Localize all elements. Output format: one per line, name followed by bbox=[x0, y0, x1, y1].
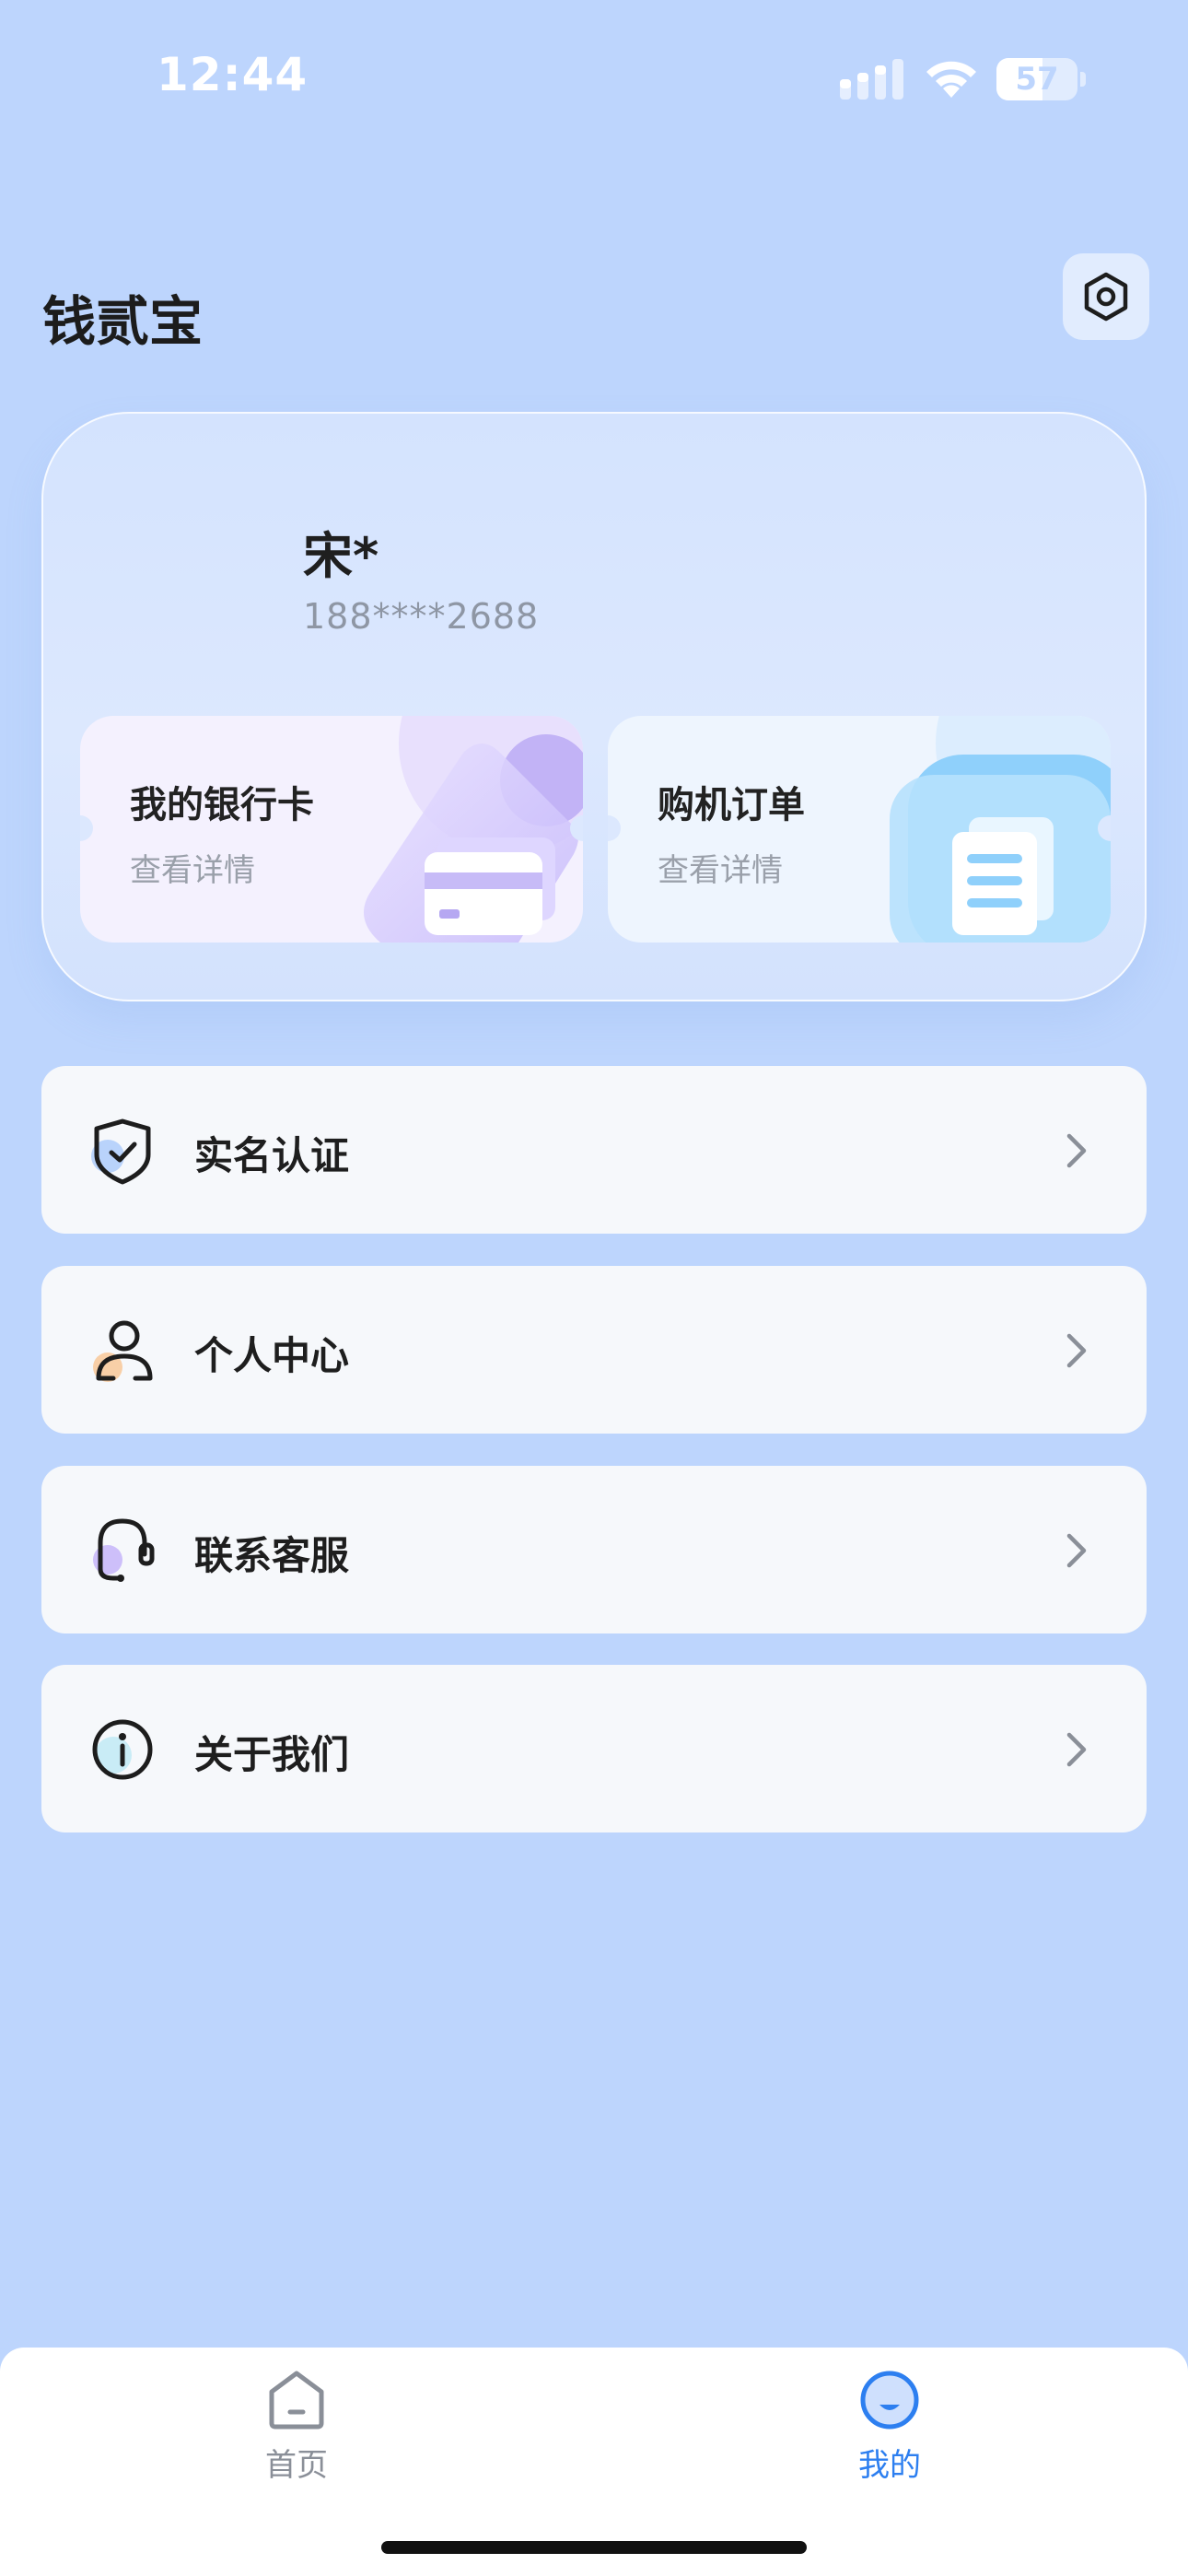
tab-home[interactable]: 首页 bbox=[204, 2368, 389, 2506]
cellular-signal-icon bbox=[840, 59, 903, 100]
shortcut-subtitle: 查看详情 bbox=[130, 852, 255, 889]
page-title: 钱贰宝 bbox=[42, 290, 204, 353]
shortcut-title: 我的银行卡 bbox=[130, 784, 314, 826]
profile-card: 宋* 188****2688 我的银行卡 查看详情 购机订单 查看详情 bbox=[41, 412, 1147, 1001]
chevron-right-icon bbox=[1066, 1732, 1087, 1767]
shortcut-title: 购机订单 bbox=[658, 784, 805, 826]
menu-item-about-us[interactable]: 关于我们 bbox=[41, 1665, 1147, 1832]
menu-label: 关于我们 bbox=[194, 1732, 350, 1777]
status-time: 12:44 bbox=[157, 48, 309, 101]
menu-label: 实名认证 bbox=[194, 1133, 350, 1178]
shortcut-subtitle: 查看详情 bbox=[658, 852, 783, 889]
person-icon bbox=[93, 1320, 153, 1382]
orders-shortcut[interactable]: 购机订单 查看详情 bbox=[608, 716, 1111, 943]
wifi-icon bbox=[926, 61, 976, 98]
battery-level: 57 bbox=[1015, 61, 1059, 98]
bank-card-shortcut[interactable]: 我的银行卡 查看详情 bbox=[80, 716, 583, 943]
menu-item-contact-support[interactable]: 联系客服 bbox=[41, 1466, 1147, 1633]
settings-button[interactable] bbox=[1063, 253, 1149, 340]
profile-name: 宋* bbox=[303, 527, 379, 585]
profile-smile-icon bbox=[860, 2371, 919, 2430]
profile-phone: 188****2688 bbox=[303, 596, 540, 637]
headset-icon bbox=[93, 1518, 155, 1582]
tab-mine[interactable]: 我的 bbox=[798, 2368, 982, 2506]
order-document-icon bbox=[890, 716, 1111, 943]
info-icon bbox=[92, 1719, 153, 1780]
chevron-right-icon bbox=[1066, 1333, 1087, 1368]
status-bar: 12:44 57 bbox=[0, 0, 1188, 157]
chevron-right-icon bbox=[1066, 1533, 1087, 1568]
settings-icon bbox=[1084, 272, 1128, 322]
menu-item-real-name-verification[interactable]: 实名认证 bbox=[41, 1066, 1147, 1234]
home-icon bbox=[269, 2371, 324, 2430]
bank-card-icon bbox=[364, 716, 583, 943]
tab-label: 我的 bbox=[858, 2447, 921, 2484]
home-indicator bbox=[381, 2541, 807, 2554]
tab-label: 首页 bbox=[265, 2447, 328, 2484]
battery-icon: 57 bbox=[996, 58, 1086, 100]
shield-check-icon bbox=[91, 1118, 151, 1185]
menu-label: 联系客服 bbox=[194, 1533, 350, 1578]
chevron-right-icon bbox=[1066, 1133, 1087, 1168]
menu-label: 个人中心 bbox=[194, 1333, 350, 1378]
menu-item-personal-center[interactable]: 个人中心 bbox=[41, 1266, 1147, 1434]
